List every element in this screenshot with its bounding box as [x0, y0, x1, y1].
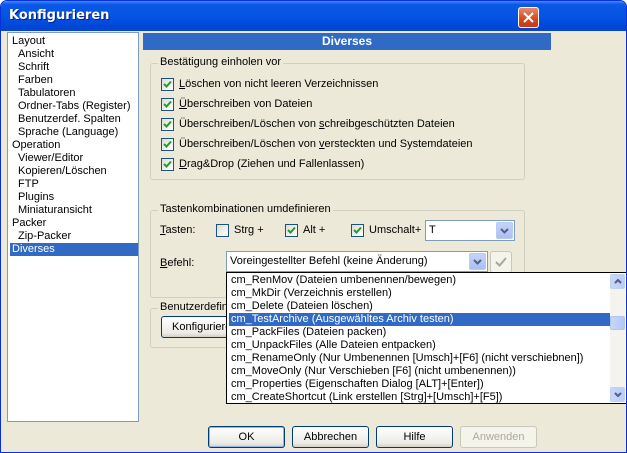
- checkmark-icon: [495, 257, 507, 267]
- confirm-label: Überschreiben von Dateien: [179, 98, 313, 110]
- panel-title: Diverses: [143, 33, 551, 50]
- tree-item[interactable]: Plugins: [18, 191, 54, 204]
- dropdown-option[interactable]: cm_RenMov (Dateien umbenennen/bewegen): [229, 274, 611, 287]
- tree-item[interactable]: Farben: [18, 74, 53, 87]
- alt-label: Alt +: [303, 224, 326, 236]
- tree-item[interactable]: Zip-Packer: [18, 230, 71, 243]
- window-title: Konfigurieren: [9, 8, 110, 23]
- tree-item[interactable]: Packer: [12, 217, 46, 230]
- befehl-label: Befehl:: [160, 257, 195, 269]
- shift-checkbox[interactable]: [351, 224, 364, 237]
- confirm-checkbox[interactable]: [161, 138, 174, 151]
- confirm-group-legend: Bestätigung einholen vor: [158, 56, 284, 69]
- dropdown-scrollbar[interactable]: [610, 274, 625, 402]
- scroll-down-button[interactable]: [610, 387, 625, 402]
- settings-tree[interactable]: Layout Ansicht Schrift Farben Tabulatoren Ord…: [7, 32, 139, 422]
- dropdown-option[interactable]: cm_Delete (Dateien löschen): [229, 300, 611, 313]
- dropdown-option[interactable]: cm_UnpackFiles (Alle Dateien entpacken): [229, 339, 611, 352]
- command-dropdown-list[interactable]: cm_CreateShortcut (Link erstellen [Strg]…: [226, 272, 626, 404]
- chevron-down-icon: [473, 258, 482, 265]
- dropdown-option[interactable]: cm_RenameOnly (Nur Umbenennen [Umsch]+[F…: [229, 352, 611, 365]
- userdef-group-legend: Benutzerdefini: [158, 301, 233, 314]
- command-select[interactable]: Voreingestellter Befehl (keine Änderung): [226, 251, 488, 272]
- dropdown-option[interactable]: cm_Properties (Eigenschaften Dialog [ALT…: [229, 378, 611, 391]
- checkmark-icon: [163, 140, 172, 148]
- cancel-button[interactable]: Abbrechen: [292, 426, 369, 448]
- confirm-checkbox[interactable]: [161, 118, 174, 131]
- chevron-down-icon: [500, 227, 509, 234]
- checkmark-icon: [163, 100, 172, 108]
- tree-item[interactable]: Viewer/Editor: [18, 152, 83, 165]
- dialog-window: Konfigurieren Layout Ansicht Schrift Farben…: [0, 0, 627, 453]
- ctrl-checkbox[interactable]: [216, 224, 229, 237]
- help-button[interactable]: Hilfe: [376, 426, 453, 448]
- checkmark-icon: [353, 226, 362, 234]
- tree-item[interactable]: Kopieren/Löschen: [18, 165, 107, 178]
- tree-item[interactable]: Miniaturansicht: [18, 204, 92, 217]
- checkmark-icon: [287, 226, 296, 234]
- alt-checkbox[interactable]: [285, 224, 298, 237]
- confirm-checkbox[interactable]: [161, 78, 174, 91]
- arrow-up-icon: [613, 279, 622, 284]
- keys-group-legend: Tastenkombinationen umdefinieren: [158, 203, 333, 216]
- dropdown-option[interactable]: cm_CreateShortcut (Link erstellen [Strg]…: [229, 391, 611, 404]
- tree-item[interactable]: Schrift: [18, 61, 49, 74]
- tree-item[interactable]: Diverses: [10, 243, 138, 256]
- key-select-dropdown[interactable]: [496, 222, 513, 239]
- confirm-label: Drag&Drop (Ziehen und Fallenlassen): [179, 158, 365, 170]
- command-select-value: Voreingestellter Befehl (keine Änderung): [230, 255, 428, 267]
- tasten-label: Tasten:: [160, 224, 196, 236]
- title-bar[interactable]: Konfigurieren: [1, 1, 626, 31]
- arrow-down-icon: [613, 392, 622, 397]
- tree-item[interactable]: Tabulatoren: [18, 87, 76, 100]
- dropdown-option[interactable]: cm_PackFiles (Dateien packen): [229, 326, 611, 339]
- confirm-label: Überschreiben/Löschen von schreibgeschüt…: [179, 118, 455, 130]
- confirm-label: Löschen von nicht leeren Verzeichnissen: [179, 78, 379, 90]
- close-x-icon: [523, 12, 534, 23]
- ok-button[interactable]: OK: [208, 426, 285, 448]
- tree-item[interactable]: FTP: [18, 178, 39, 191]
- tree-item[interactable]: Benutzerdef. Spalten: [18, 113, 121, 126]
- confirm-checkbox[interactable]: [161, 98, 174, 111]
- close-button[interactable]: [518, 7, 539, 28]
- command-select-dropdown[interactable]: [469, 253, 486, 270]
- checkmark-icon: [163, 120, 172, 128]
- confirm-label: Überschreiben/Löschen von versteckten un…: [179, 138, 473, 150]
- shift-label: Umschalt+: [369, 224, 422, 236]
- scroll-thumb[interactable]: [610, 316, 625, 330]
- tree-item[interactable]: Ordner-Tabs (Register): [18, 100, 130, 113]
- checkmark-icon: [163, 160, 172, 168]
- checkmark-icon: [163, 80, 172, 88]
- tree-item[interactable]: Sprache (Language): [18, 126, 118, 139]
- key-select-value: T: [429, 224, 436, 236]
- tree-item[interactable]: Operation: [12, 139, 60, 152]
- scroll-up-button[interactable]: [610, 274, 625, 289]
- key-select[interactable]: T: [425, 220, 515, 241]
- tree-item[interactable]: Layout: [12, 35, 45, 48]
- ctrl-label: Strg +: [234, 224, 264, 236]
- dropdown-option[interactable]: cm_MoveOnly (Nur Verschieben [F6] (nicht…: [229, 365, 611, 378]
- confirm-checkbox[interactable]: [161, 158, 174, 171]
- tree-item[interactable]: Ansicht: [18, 48, 54, 61]
- dropdown-option[interactable]: cm_MkDir (Verzeichnis erstellen): [229, 287, 611, 300]
- apply-button: Anwenden: [460, 426, 537, 448]
- dropdown-option[interactable]: cm_TestArchive (Ausgewähltes Archiv test…: [229, 313, 611, 326]
- apply-key-button[interactable]: [490, 251, 512, 273]
